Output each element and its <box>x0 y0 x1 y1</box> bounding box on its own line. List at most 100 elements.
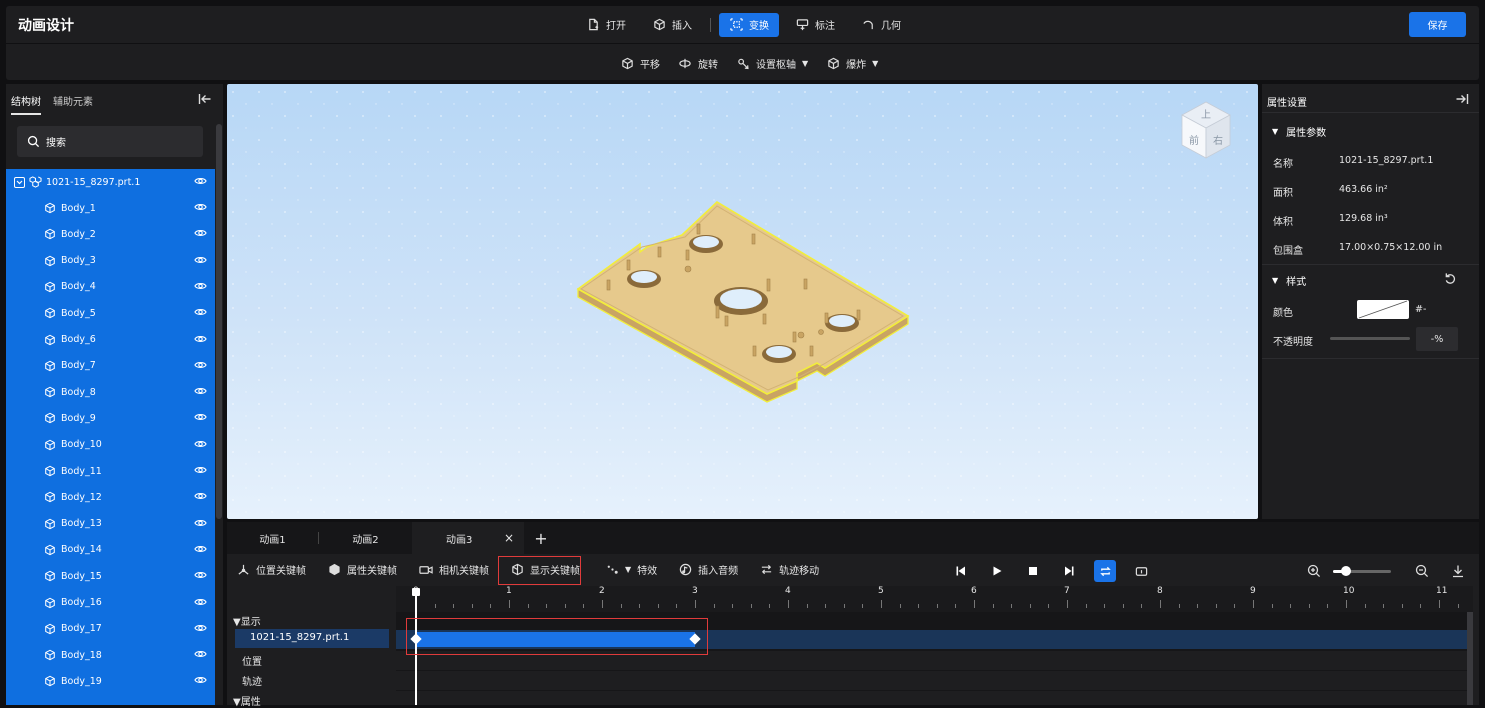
translate-button[interactable]: 平移 <box>620 56 660 71</box>
tree-scrollbar[interactable] <box>216 124 222 519</box>
explode-dropdown[interactable]: 爆炸 ▼ <box>826 56 878 71</box>
params-section-header[interactable]: ▼ 属性参数 <box>1272 124 1326 139</box>
visibility-eye-icon[interactable] <box>194 649 207 659</box>
visibility-eye-icon[interactable] <box>194 228 207 238</box>
tree-item-label: Body_13 <box>61 518 102 530</box>
tree-item-body[interactable]: Body_5 <box>6 300 215 326</box>
tree-item-body[interactable]: Body_11 <box>6 458 215 484</box>
timeline-scrollbar[interactable] <box>1467 612 1473 705</box>
visibility-eye-icon[interactable] <box>194 439 207 449</box>
tree-root-item[interactable]: 1021-15_8297.prt.1 <box>6 169 215 195</box>
opacity-input[interactable]: -% <box>1416 327 1458 351</box>
visibility-eye-icon[interactable] <box>194 255 207 265</box>
next-frame-button[interactable] <box>1051 560 1087 582</box>
tree-item-body[interactable]: Body_7 <box>6 353 215 379</box>
viewcube-top-label[interactable]: 上 <box>1201 109 1211 121</box>
visibility-eye-icon[interactable] <box>194 623 207 633</box>
tab-structure-tree[interactable]: 结构树 <box>11 93 41 115</box>
collapse-right-icon[interactable] <box>1455 93 1469 105</box>
position-keyframe-button[interactable]: 位置关键帧 <box>237 562 306 577</box>
tree-item-body[interactable]: Body_10 <box>6 432 215 458</box>
visibility-eye-icon[interactable] <box>194 202 207 212</box>
property-keyframe-button[interactable]: 属性关键帧 <box>328 562 397 577</box>
visibility-eye-icon[interactable] <box>194 307 207 317</box>
tree-item-body[interactable]: Body_12 <box>6 484 215 510</box>
reset-icon[interactable] <box>1444 272 1457 285</box>
tree-item-body[interactable]: Body_3 <box>6 248 215 274</box>
tree-item-body[interactable]: Body_18 <box>6 642 215 668</box>
stop-button[interactable] <box>1015 560 1051 582</box>
tree-item-body[interactable]: Body_6 <box>6 327 215 353</box>
tab-animation-2[interactable]: 动画2 <box>319 522 412 554</box>
tab-animation-3[interactable]: 动画3 × <box>412 522 524 554</box>
body-cube-icon <box>44 544 56 556</box>
visibility-eye-icon[interactable] <box>194 544 207 554</box>
search-input[interactable]: 搜索 <box>17 126 203 157</box>
collapse-left-icon[interactable] <box>198 93 212 105</box>
visibility-eye-icon[interactable] <box>194 491 207 501</box>
close-tab-icon[interactable]: × <box>504 531 514 545</box>
opacity-slider[interactable] <box>1330 337 1410 340</box>
loop-toggle[interactable] <box>1087 560 1123 582</box>
add-animation-button[interactable]: + <box>529 522 553 554</box>
visibility-eye-icon[interactable] <box>194 334 207 344</box>
annotation-button[interactable]: 标注 <box>785 13 845 37</box>
tab-auxiliary-elements[interactable]: 辅助元素 <box>53 93 93 115</box>
tree-item-body[interactable]: Body_2 <box>6 221 215 247</box>
zoom-out-icon[interactable] <box>1415 564 1429 578</box>
download-icon[interactable] <box>1451 564 1465 578</box>
geometry-button[interactable]: 几何 <box>851 13 911 37</box>
visibility-eye-icon[interactable] <box>194 518 207 528</box>
trajectory-track-label[interactable]: 轨迹 <box>242 673 262 688</box>
zoom-in-icon[interactable] <box>1307 564 1321 578</box>
tree-item-body[interactable]: Body_15 <box>6 563 215 589</box>
selected-track-row[interactable]: 1021-15_8297.prt.1 <box>235 629 389 648</box>
tree-item-body[interactable]: Body_17 <box>6 616 215 642</box>
color-swatch[interactable] <box>1357 300 1409 319</box>
visibility-eye-icon[interactable] <box>194 675 207 685</box>
tree-item-body[interactable]: Body_8 <box>6 379 215 405</box>
insert-audio-button[interactable]: 插入音频 <box>679 562 738 577</box>
tree-item-body[interactable]: Body_13 <box>6 511 215 537</box>
previous-frame-button[interactable] <box>943 560 979 582</box>
tree-item-body[interactable]: Body_19 <box>6 668 215 694</box>
rotate-button[interactable]: 旋转 <box>678 56 718 71</box>
transform-button[interactable]: 变换 <box>719 12 779 37</box>
3d-viewport[interactable]: 上 前 右 <box>227 84 1258 519</box>
display-group-label[interactable]: ▼显示 <box>233 613 261 628</box>
visibility-eye-icon[interactable] <box>194 176 207 186</box>
visibility-eye-icon[interactable] <box>194 465 207 475</box>
visibility-eye-icon[interactable] <box>194 597 207 607</box>
app-title: 动画设计 <box>18 18 74 34</box>
set-pivot-dropdown[interactable]: 设置枢轴 ▼ <box>736 56 808 71</box>
visibility-eye-icon[interactable] <box>194 570 207 580</box>
trajectory-move-button[interactable]: 轨迹移动 <box>760 562 819 577</box>
tree-item-body[interactable]: Body_14 <box>6 537 215 563</box>
play-button[interactable] <box>979 560 1015 582</box>
visibility-eye-icon[interactable] <box>194 412 207 422</box>
expand-toggle-icon[interactable] <box>14 176 25 188</box>
timeline-ruler[interactable]: 01234567891011 <box>396 586 1473 612</box>
effects-dropdown[interactable]: ▼ 特效 <box>606 562 657 577</box>
tab-animation-1[interactable]: 动画1 <box>227 522 318 554</box>
tree-item-body[interactable]: Body_4 <box>6 274 215 300</box>
open-button[interactable]: 打开 <box>576 13 636 37</box>
tree-item-body[interactable]: Body_16 <box>6 590 215 616</box>
visibility-eye-icon[interactable] <box>194 360 207 370</box>
style-section-header[interactable]: ▼ 样式 <box>1272 273 1306 288</box>
visibility-eye-icon[interactable] <box>194 281 207 291</box>
play-once-toggle[interactable] <box>1123 560 1159 582</box>
camera-keyframe-button[interactable]: 相机关键帧 <box>419 562 489 577</box>
save-button[interactable]: 保存 <box>1409 12 1466 37</box>
tree-item-body[interactable]: Body_9 <box>6 405 215 431</box>
tree-item-body[interactable]: Body_1 <box>6 195 215 221</box>
insert-button[interactable]: 插入 <box>642 13 702 37</box>
playhead-handle[interactable] <box>412 588 420 596</box>
position-track-label[interactable]: 位置 <box>242 653 262 668</box>
visibility-eye-icon[interactable] <box>194 386 207 396</box>
property-group-label[interactable]: ▼属性 <box>233 693 261 708</box>
viewcube-right-label[interactable]: 右 <box>1213 134 1223 147</box>
transform-label: 变换 <box>749 21 769 32</box>
viewcube-front-label[interactable]: 前 <box>1189 134 1199 147</box>
zoom-slider[interactable] <box>1333 565 1391 576</box>
